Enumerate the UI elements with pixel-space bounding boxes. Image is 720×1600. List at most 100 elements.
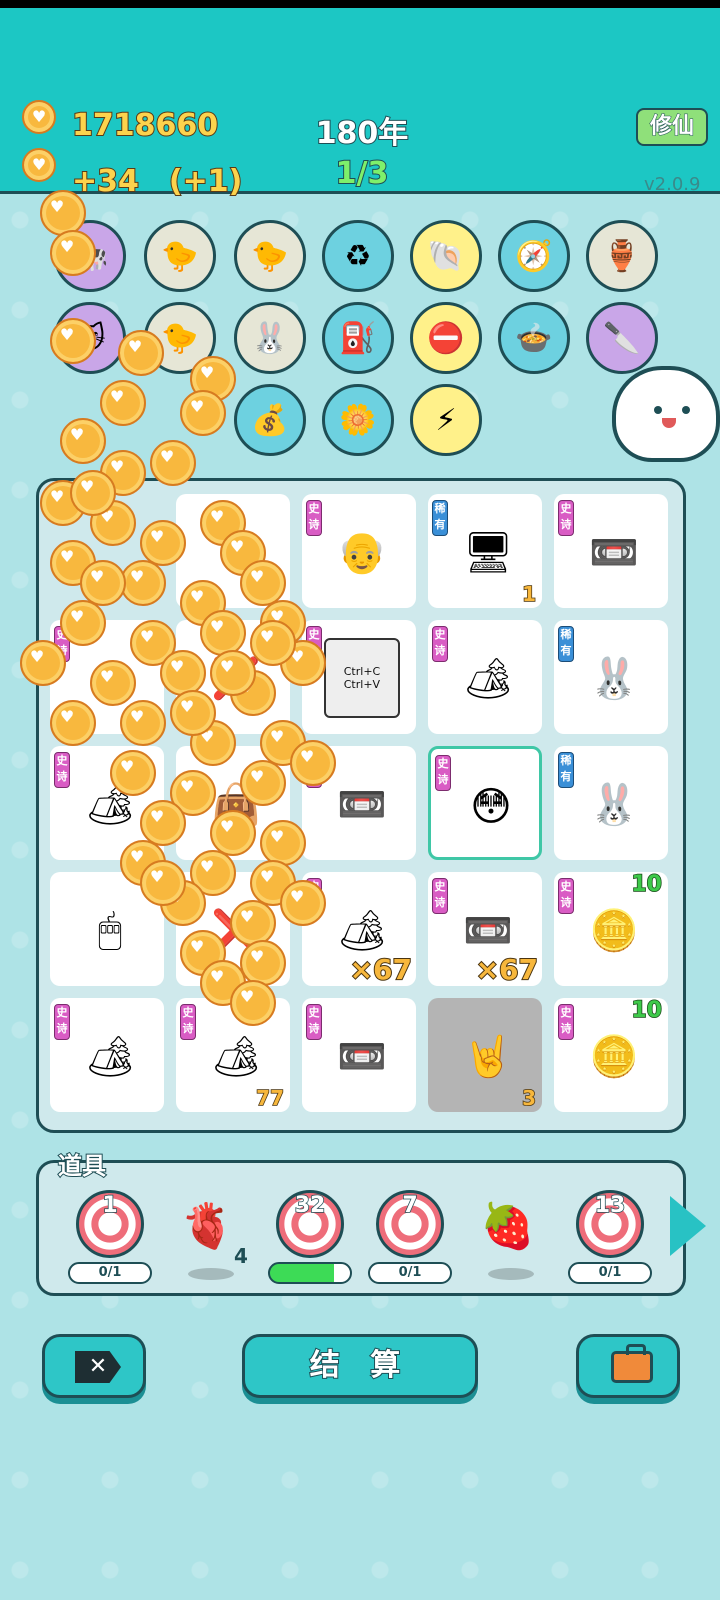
board-cell[interactable]: 史诗 🪙 10 (554, 872, 668, 986)
flying-coin-icon (170, 690, 216, 736)
item-art: 🖱 (98, 907, 122, 953)
rabbit-icon[interactable]: 🐰 (234, 302, 306, 374)
board-cell[interactable]: 史诗 🏕 (428, 620, 542, 734)
trash-bag-icon[interactable]: ♻ (322, 220, 394, 292)
item-art: 🏕 (462, 655, 514, 702)
rarity-tag: 史诗 (432, 878, 448, 914)
flying-coin-icon (118, 330, 164, 376)
item-counter: 10 (631, 998, 663, 1024)
year-counter: 180年 (315, 115, 410, 152)
flying-coin-icon (250, 620, 296, 666)
rice-cooker-icon[interactable]: 🍲 (498, 302, 570, 374)
item-multiplier: ×67 (349, 952, 413, 986)
flying-coin-icon (210, 650, 256, 696)
target-prop-icon[interactable]: 7 (376, 1190, 444, 1258)
briefcase-icon (611, 1344, 653, 1383)
item-multiplier: ×67 (475, 952, 539, 986)
flying-coin-icon (50, 700, 96, 746)
flying-coin-icon (60, 418, 106, 464)
flying-coin-icon (240, 760, 286, 806)
board-cell[interactable]: 🤘 3 (428, 998, 542, 1112)
prop-value: 13 (594, 1192, 626, 1219)
flying-coin-icon (100, 380, 146, 426)
prop-progress: 0/1 (568, 1262, 652, 1284)
board-cell[interactable]: 稀有 🐰 (554, 746, 668, 860)
rarity-tag: 稀有 (432, 500, 448, 536)
shell-icon[interactable]: 🐚 (410, 220, 482, 292)
mode-button[interactable]: 修仙 (636, 108, 708, 146)
flying-coin-icon (110, 750, 156, 796)
round-counter: 1/3 (335, 155, 390, 192)
item-art: 👴 (337, 529, 387, 576)
eye (682, 406, 690, 414)
board-cell[interactable]: 史诗 👴 (302, 494, 416, 608)
board-cell[interactable]: 史诗 🪙 10 (554, 998, 668, 1112)
flying-coin-icon (90, 660, 136, 706)
prop-progress: 0/1 (68, 1262, 152, 1284)
delete-icon: ✕ (75, 1351, 121, 1383)
board-cell[interactable]: 史诗 📼 ×67 (428, 872, 542, 986)
income-rate: +34 (+1) (71, 163, 243, 200)
board-cell[interactable]: 史诗 😳 (428, 746, 542, 860)
item-art: 📼 (337, 781, 387, 828)
compass-icon[interactable]: 🧭 (498, 220, 570, 292)
target-prop-icon[interactable]: 32 (276, 1190, 344, 1258)
version-label: v2.0.9 (644, 174, 701, 195)
eye (654, 406, 662, 414)
settle-button[interactable]: 结 算 (242, 1334, 478, 1398)
item-count: 77 (255, 1085, 284, 1111)
prop-progress: 0/1 (368, 1262, 452, 1284)
flying-coin-icon (140, 520, 186, 566)
flying-coin-icon (140, 860, 186, 906)
item-art: 🪙 (589, 1033, 639, 1080)
status-bar (0, 0, 720, 8)
target-prop-icon[interactable]: 13 (576, 1190, 644, 1258)
item-count: 1 (521, 581, 536, 607)
flying-coin-icon (70, 470, 116, 516)
flying-coin-icon (280, 880, 326, 926)
liver-prop-icon[interactable]: 🫀 (180, 1200, 235, 1252)
flying-coin-icon (120, 700, 166, 746)
flying-coin-icon (50, 230, 96, 276)
prop-value: 7 (402, 1192, 419, 1219)
flying-coin-icon (20, 640, 66, 686)
flower-pot-icon[interactable]: 🌼 (322, 384, 394, 456)
rarity-tag: 史诗 (306, 1004, 322, 1040)
scroll-right-arrow[interactable] (670, 1196, 706, 1256)
bag-button[interactable] (576, 1334, 680, 1398)
pump-icon[interactable]: ⛽ (322, 302, 394, 374)
lightning-icon[interactable]: ⚡ (410, 384, 482, 456)
flying-coin-icon (260, 820, 306, 866)
board-cell[interactable]: 稀有 🖥 1 (428, 494, 542, 608)
board-cell[interactable]: 稀有 🐰 (554, 620, 668, 734)
flying-coin-icon (230, 900, 276, 946)
board-cell[interactable]: 史诗 📼 (554, 494, 668, 608)
rarity-tag: 史诗 (54, 752, 70, 788)
rarity-tag: 史诗 (435, 755, 451, 791)
rarity-tag: 稀有 (558, 752, 574, 788)
flying-coin-icon (240, 940, 286, 986)
item-count: 3 (521, 1085, 536, 1111)
board-cell[interactable]: 史诗 🏕 (50, 998, 164, 1112)
chick-egg-icon[interactable]: 🐤 (234, 220, 306, 292)
prop-value: 32 (294, 1192, 326, 1219)
coin-count: 1718660 (71, 107, 219, 144)
chick-egg-icon[interactable]: 🐤 (144, 220, 216, 292)
board-cell[interactable]: 史诗 📼 (302, 998, 416, 1112)
item-art: 🐰 (589, 781, 639, 828)
strawberry-prop-icon[interactable]: 🍓 (480, 1200, 535, 1252)
item-art: Ctrl+C Ctrl+V (324, 638, 400, 718)
rarity-tag: 史诗 (558, 500, 574, 536)
prop-shadow (188, 1268, 234, 1280)
no-entry-icon[interactable]: ⛔ (410, 302, 482, 374)
item-art: 📼 (337, 1033, 387, 1080)
target-prop-icon[interactable]: 1 (76, 1190, 144, 1258)
flying-coin-icon (210, 810, 256, 856)
delete-button[interactable]: ✕ (42, 1334, 146, 1398)
item-art: 🐰 (589, 655, 639, 702)
cleaver-icon[interactable]: 🔪 (586, 302, 658, 374)
gold-pot-icon[interactable]: 🏺 (586, 220, 658, 292)
cloud-mascot[interactable] (612, 366, 720, 462)
money-bag-icon[interactable]: 💰 (234, 384, 306, 456)
prop-value: 1 (102, 1192, 119, 1219)
